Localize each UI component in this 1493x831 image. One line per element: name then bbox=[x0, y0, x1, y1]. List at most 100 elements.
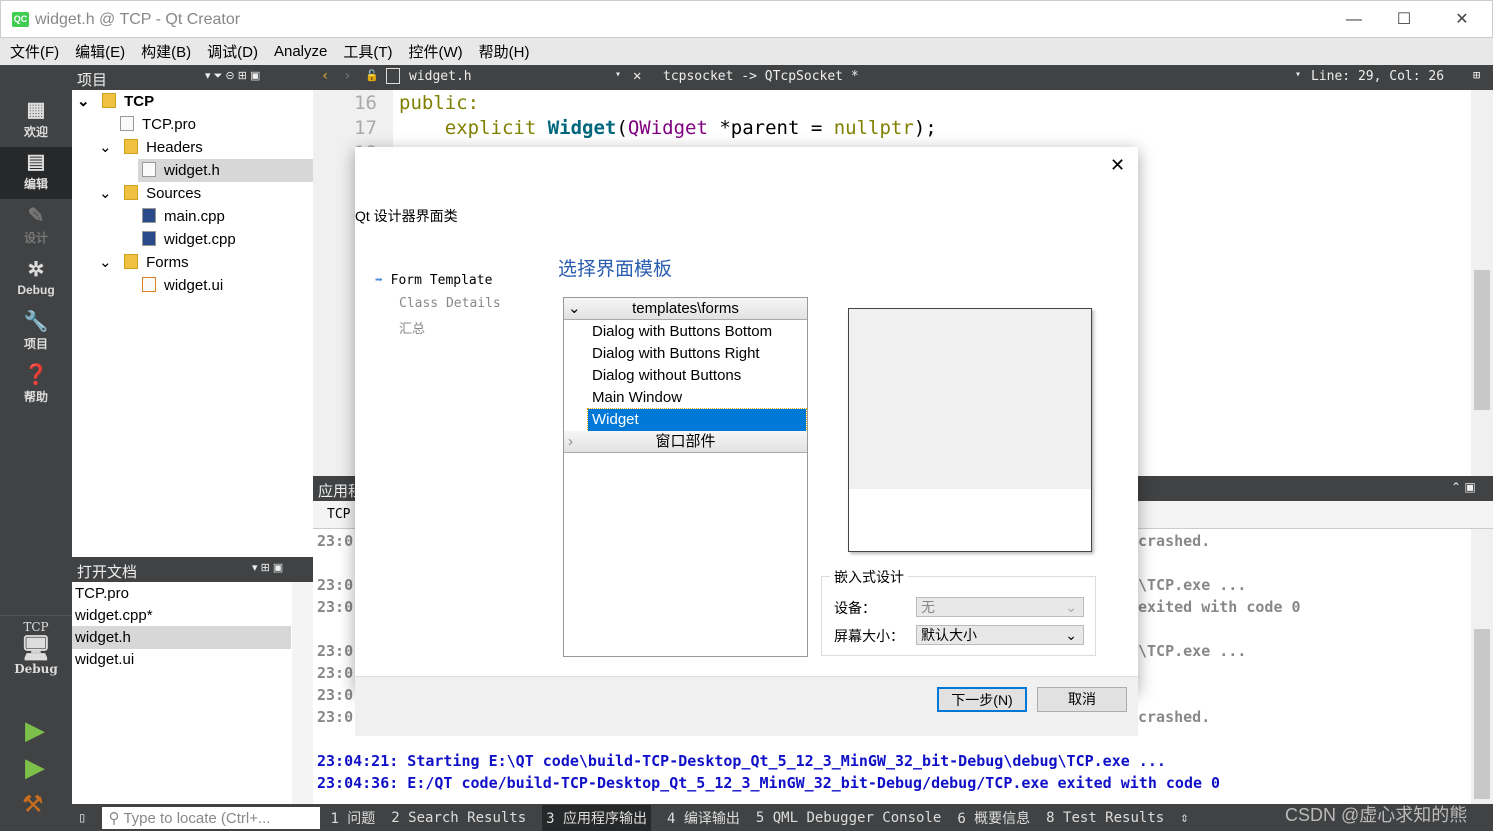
dropdown-icon[interactable]: ▾ bbox=[1295, 69, 1301, 80]
tree-item-tcp[interactable]: ⌄ TCP bbox=[77, 90, 154, 113]
template-preview bbox=[848, 308, 1092, 552]
folder-icon bbox=[124, 185, 139, 200]
tab-compile-output[interactable]: 4 编译输出 bbox=[667, 808, 740, 828]
tab-search-results[interactable]: 2 Search Results bbox=[391, 810, 526, 826]
menu-analyze[interactable]: Analyze bbox=[274, 43, 327, 60]
header-file-icon bbox=[386, 68, 400, 84]
menu-file[interactable]: 文件(F) bbox=[10, 41, 59, 62]
qt-creator-logo: QC bbox=[12, 12, 29, 27]
mode-welcome[interactable]: ▦ 欢迎 bbox=[0, 95, 72, 147]
monitor-icon: 🖥 bbox=[20, 635, 52, 662]
tree-item-forms[interactable]: ⌄ Forms bbox=[99, 251, 189, 274]
tab-application-output[interactable]: 3 应用程序输出 bbox=[542, 804, 652, 831]
scrollbar[interactable] bbox=[292, 582, 313, 804]
output-line: 23:04:36: E:/QT code/build-TCP-Desktop_Q… bbox=[317, 774, 1221, 792]
split-icon[interactable]: ⊞ bbox=[1473, 68, 1480, 82]
tab-general-messages[interactable]: 6 概要信息 bbox=[957, 808, 1030, 828]
symbol-selector[interactable]: tcpsocket -> QTcpSocket * bbox=[663, 69, 859, 84]
qt-designer-form-class-dialog: ✕ Qt 设计器界面类 ➡ Form Template Class Detail… bbox=[355, 147, 1138, 736]
more-tabs-icon[interactable]: ⇕ bbox=[1180, 810, 1188, 826]
chevron-down-icon: ⌄ bbox=[1065, 599, 1077, 615]
menu-edit[interactable]: 编辑(E) bbox=[75, 41, 125, 62]
build-hammer-icon[interactable]: ⚒ bbox=[22, 790, 44, 819]
open-doc-item[interactable]: TCP.pro bbox=[75, 582, 129, 605]
window-title: widget.h @ TCP - Qt Creator bbox=[35, 11, 241, 28]
maximize-button[interactable]: ☐ bbox=[1381, 7, 1427, 33]
edit-icon: ▤ bbox=[26, 151, 46, 173]
chevron-down-icon: ⌄ bbox=[1065, 627, 1077, 643]
template-item[interactable]: Main Window bbox=[588, 387, 806, 409]
status-bar: ▯ ⚲ Type to locate (Ctrl+... 1 问题 2 Sear… bbox=[72, 804, 1493, 831]
filter-dropdown[interactable]: ▾ ⏷ ⊝ ⊞ ▣ bbox=[205, 69, 260, 83]
tree-item-main-cpp[interactable]: main.cpp bbox=[142, 205, 225, 228]
template-item[interactable]: Dialog without Buttons bbox=[588, 365, 806, 387]
tab-issues[interactable]: 1 问题 bbox=[330, 808, 375, 828]
menu-debug[interactable]: 调试(D) bbox=[207, 41, 258, 62]
pane-controls[interactable]: ⌃ ▣ bbox=[1451, 480, 1476, 494]
line-number: 16 bbox=[354, 92, 377, 114]
group-widgets[interactable]: › 窗口部件 bbox=[564, 431, 807, 453]
mode-design[interactable]: ✎ 设计 bbox=[0, 201, 72, 253]
dialog-close-button[interactable]: ✕ bbox=[1110, 155, 1125, 176]
mode-help[interactable]: ❓ 帮助 bbox=[0, 360, 72, 412]
open-doc-item[interactable]: widget.cpp* bbox=[75, 604, 153, 627]
chevron-right-icon: › bbox=[568, 433, 573, 450]
tab-test-results[interactable]: 8 Test Results bbox=[1046, 810, 1164, 826]
device-combo[interactable]: 无 ⌄ bbox=[916, 597, 1084, 617]
back-icon[interactable]: ‹ bbox=[321, 68, 329, 84]
project-folder-icon bbox=[102, 93, 117, 108]
close-button[interactable]: ✕ bbox=[1439, 7, 1485, 33]
open-documents-list: TCP.pro widget.cpp* widget.h widget.ui bbox=[72, 582, 313, 804]
locate-input[interactable]: ⚲ Type to locate (Ctrl+... bbox=[102, 806, 321, 829]
mode-debug[interactable]: ✲ Debug bbox=[0, 255, 72, 307]
screen-size-combo[interactable]: 默认大小 ⌄ bbox=[916, 625, 1084, 645]
run-icon[interactable]: ▶ bbox=[25, 715, 45, 746]
cursor-position[interactable]: Line: 29, Col: 26 bbox=[1311, 69, 1444, 84]
template-item[interactable]: Dialog with Buttons Right bbox=[588, 343, 806, 365]
wrench-icon: 🔧 bbox=[23, 311, 49, 333]
close-file-icon[interactable]: ✕ bbox=[633, 68, 641, 84]
mode-edit[interactable]: ▤ 编辑 bbox=[0, 147, 72, 199]
ui-file-icon bbox=[142, 277, 156, 292]
output-scrollbar[interactable] bbox=[1471, 529, 1493, 804]
line-number: 17 bbox=[354, 117, 377, 139]
output-line-fragment: 23:0 bbox=[317, 532, 354, 550]
wizard-step: Class Details bbox=[399, 296, 501, 311]
template-list[interactable]: ⌄ templates\forms Dialog with Buttons Bot… bbox=[563, 297, 808, 657]
template-item[interactable]: Dialog with Buttons Bottom bbox=[588, 321, 806, 343]
debug-run-icon[interactable]: ▶ bbox=[25, 752, 45, 783]
tree-item-tcp-pro[interactable]: TCP.pro bbox=[120, 113, 196, 136]
output-tab-tcp[interactable]: TCP bbox=[327, 507, 350, 522]
tree-item-sources[interactable]: ⌄ Sources bbox=[99, 182, 201, 205]
menu-help[interactable]: 帮助(H) bbox=[479, 41, 530, 62]
template-item-selected[interactable]: Widget bbox=[587, 408, 807, 432]
cancel-button[interactable]: 取消 bbox=[1037, 687, 1127, 712]
output-line-fragment: 23:0 bbox=[317, 708, 354, 726]
tree-item-widget-h[interactable]: widget.h bbox=[138, 159, 313, 182]
tree-item-widget-cpp[interactable]: widget.cpp bbox=[142, 228, 236, 251]
group-templates-forms[interactable]: ⌄ templates\forms bbox=[564, 298, 807, 320]
menu-tools[interactable]: 工具(T) bbox=[343, 41, 392, 62]
minimize-button[interactable]: — bbox=[1331, 7, 1377, 33]
next-button[interactable]: 下一步(N) bbox=[937, 687, 1027, 712]
project-tree: ⌄ TCP TCP.pro ⌄ Headers widget.h ⌄ Sourc… bbox=[72, 90, 313, 557]
menu-build[interactable]: 构建(B) bbox=[141, 41, 191, 62]
tab-qml-debugger[interactable]: 5 QML Debugger Console bbox=[756, 810, 941, 826]
menu-controls[interactable]: 控件(W) bbox=[409, 41, 463, 62]
file-selector[interactable]: widget.h bbox=[409, 69, 472, 84]
open-doc-item[interactable]: widget.ui bbox=[75, 648, 134, 671]
kit-selector[interactable]: TCP 🖥 Debug bbox=[0, 620, 72, 695]
output-line-fragment: \TCP.exe ... bbox=[1138, 642, 1247, 660]
tree-item-widget-ui[interactable]: widget.ui bbox=[142, 274, 223, 297]
mode-projects[interactable]: 🔧 项目 bbox=[0, 307, 72, 359]
editor-scrollbar[interactable] bbox=[1471, 90, 1493, 476]
editor-toolbar: ‹ › 🔓 widget.h ▾ ✕ tcpsocket -> QTcpSock… bbox=[313, 65, 1493, 90]
bug-icon: ✲ bbox=[27, 259, 45, 281]
dropdown-icon[interactable]: ▾ bbox=[615, 69, 621, 80]
mode-selector: ▦ 欢迎 ▤ 编辑 ✎ 设计 ✲ Debug 🔧 项目 ❓ 帮助 TCP 🖥 Debug ▶… bbox=[0, 90, 72, 831]
panel-controls[interactable]: ▾ ⊞ ▣ bbox=[252, 561, 283, 574]
tree-item-headers[interactable]: ⌄ Headers bbox=[99, 136, 203, 159]
open-doc-item[interactable]: widget.h bbox=[72, 626, 291, 649]
toggle-sidebar-button[interactable]: ▯ bbox=[78, 810, 86, 826]
forward-icon[interactable]: › bbox=[343, 68, 351, 84]
